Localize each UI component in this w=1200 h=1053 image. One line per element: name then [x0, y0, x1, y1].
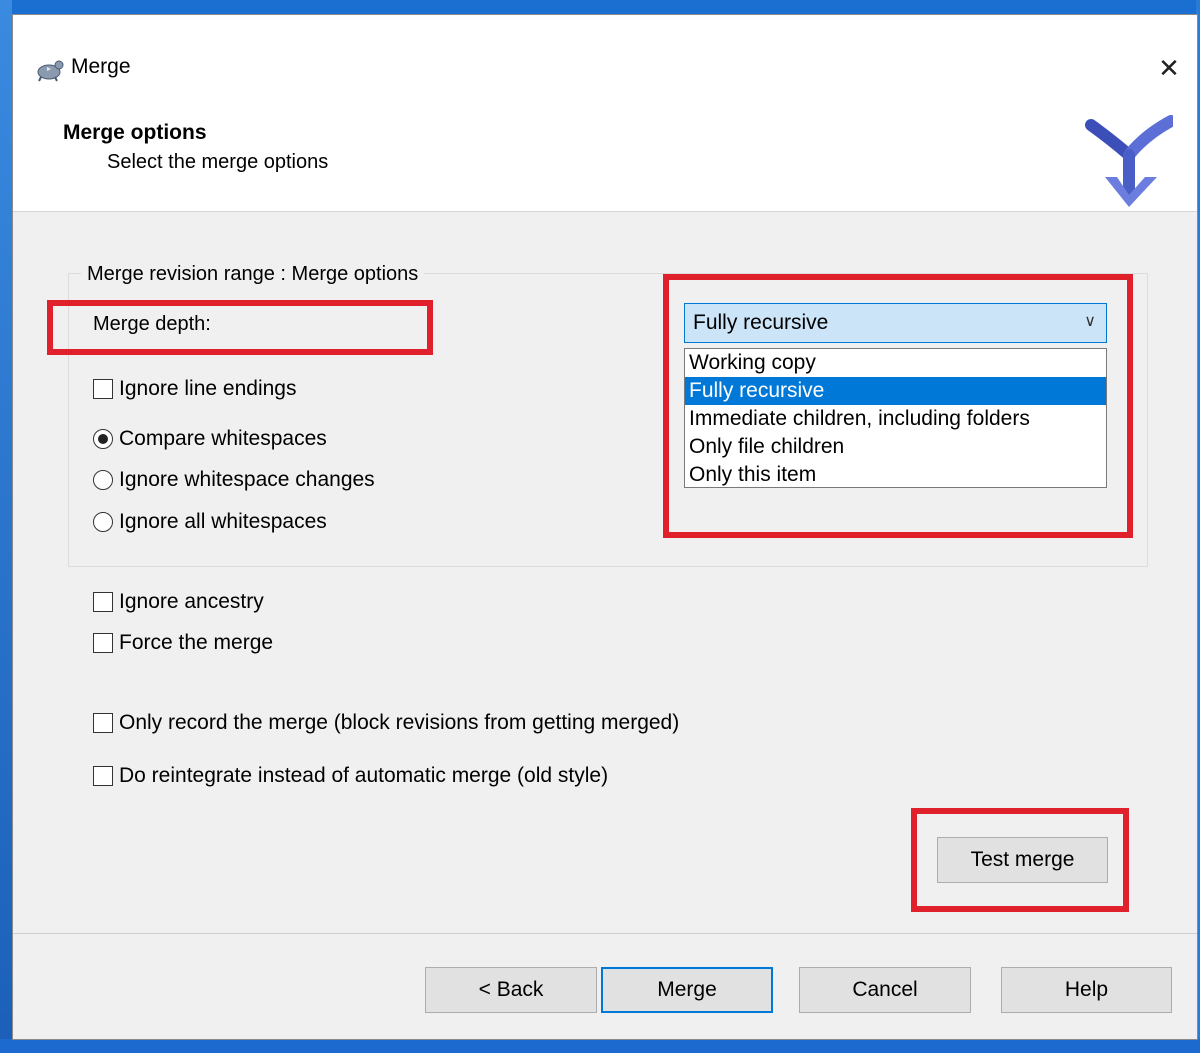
test-merge-button[interactable]: Test merge: [937, 837, 1108, 883]
chevron-down-icon[interactable]: ∨: [1084, 311, 1096, 331]
only-record-label: Only record the merge (block revisions f…: [119, 711, 680, 734]
merge-button[interactable]: Merge: [601, 967, 773, 1013]
page-title: Merge options: [63, 121, 207, 144]
dropdown-option[interactable]: Working copy: [685, 349, 1106, 377]
dropdown-option-selected[interactable]: Fully recursive: [685, 377, 1106, 405]
ignore-line-endings-label: Ignore line endings: [119, 377, 297, 400]
ignore-all-whitespaces-label: Ignore all whitespaces: [119, 510, 327, 533]
reintegrate-label: Do reintegrate instead of automatic merg…: [119, 764, 609, 787]
help-button[interactable]: Help: [1001, 967, 1172, 1013]
back-button[interactable]: < Back: [425, 967, 597, 1013]
radio-selected-dot: [98, 434, 108, 444]
ignore-line-endings-option[interactable]: Ignore line endings: [93, 377, 296, 401]
ignore-ancestry-checkbox[interactable]: [93, 592, 113, 612]
tortoise-icon: [37, 60, 64, 82]
ignore-whitespace-changes-radio[interactable]: [93, 470, 113, 490]
only-record-checkbox[interactable]: [93, 713, 113, 733]
desktop-background-bottom: [0, 1039, 1200, 1053]
footer-divider: [13, 933, 1197, 934]
merge-dialog: Merge ✕ Merge options Select the merge o…: [12, 14, 1198, 1040]
compare-whitespaces-radio[interactable]: [93, 429, 113, 449]
title-bar: Merge ✕: [13, 15, 1197, 111]
desktop-background: [0, 0, 12, 1053]
ignore-ancestry-label: Ignore ancestry: [119, 590, 264, 613]
reintegrate-checkbox[interactable]: [93, 766, 113, 786]
compare-whitespaces-label: Compare whitespaces: [119, 427, 327, 450]
dropdown-option[interactable]: Only this item: [685, 461, 1106, 489]
reintegrate-option[interactable]: Do reintegrate instead of automatic merg…: [93, 764, 608, 788]
ignore-ancestry-option[interactable]: Ignore ancestry: [93, 590, 264, 614]
ignore-whitespace-changes-label: Ignore whitespace changes: [119, 468, 375, 491]
close-button[interactable]: ✕: [1141, 45, 1197, 91]
wizard-header: Merge options Select the merge options: [13, 111, 1197, 212]
close-icon: ✕: [1158, 52, 1180, 83]
ignore-all-whitespaces-radio[interactable]: [93, 512, 113, 532]
page-subtitle: Select the merge options: [107, 151, 329, 173]
merge-depth-value: Fully recursive: [693, 311, 829, 334]
merge-depth-dropdown: Working copy Fully recursive Immediate c…: [684, 348, 1107, 488]
window-title: Merge: [71, 55, 131, 78]
force-merge-label: Force the merge: [119, 631, 274, 654]
dropdown-option[interactable]: Only file children: [685, 433, 1106, 461]
ignore-all-whitespaces-option[interactable]: Ignore all whitespaces: [93, 510, 327, 534]
ignore-whitespace-changes-option[interactable]: Ignore whitespace changes: [93, 468, 375, 492]
merge-depth-label: Merge depth:: [93, 313, 211, 335]
compare-whitespaces-option[interactable]: Compare whitespaces: [93, 427, 327, 451]
dropdown-option[interactable]: Immediate children, including folders: [685, 405, 1106, 433]
force-merge-checkbox[interactable]: [93, 633, 113, 653]
group-label: Merge revision range : Merge options: [81, 263, 425, 286]
cancel-button[interactable]: Cancel: [799, 967, 971, 1013]
merge-logo-icon: [1085, 115, 1173, 207]
ignore-line-endings-checkbox[interactable]: [93, 379, 113, 399]
merge-depth-select[interactable]: Fully recursive ∨: [684, 303, 1107, 343]
force-merge-option[interactable]: Force the merge: [93, 631, 273, 655]
only-record-option[interactable]: Only record the merge (block revisions f…: [93, 711, 679, 735]
